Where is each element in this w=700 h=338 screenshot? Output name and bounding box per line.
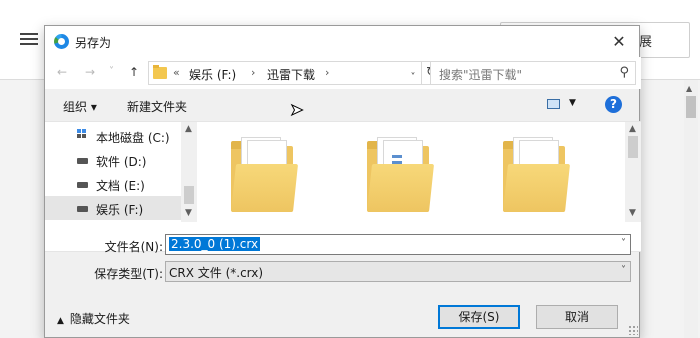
scroll-up-icon[interactable]: ▲ — [686, 84, 692, 93]
tree-item-drive-d[interactable]: 软件 (D:) — [45, 148, 181, 172]
scroll-down-icon[interactable]: ▼ — [185, 208, 192, 218]
filetype-value: CRX 文件 (*.crx) — [169, 266, 264, 280]
up-arrow-icon[interactable]: ↑ — [129, 65, 139, 79]
search-input[interactable]: 搜索"迅雷下载" ⚲ — [430, 61, 636, 85]
command-toolbar: 组织 ▾ 新建文件夹 ▼ ? — [45, 89, 641, 121]
hide-folders-label: 隐藏文件夹 — [69, 312, 130, 326]
folder-icon[interactable] — [503, 134, 571, 214]
chevron-down-icon[interactable]: ˅ — [406, 66, 420, 90]
tree-item-label: 软件 (D:) — [96, 155, 147, 169]
tree-item-label: 本地磁盘 (C:) — [96, 131, 170, 145]
dialog-titlebar[interactable]: 另存为 ✕ — [45, 26, 639, 57]
chevron-down-icon[interactable]: ˅ — [621, 265, 626, 276]
tree-item-label: 文档 (E:) — [96, 179, 145, 193]
filetype-select[interactable]: CRX 文件 (*.crx) ˅ — [165, 261, 631, 282]
resize-grip-icon[interactable] — [628, 325, 638, 335]
breadcrumb-separator-icon[interactable]: › — [325, 66, 329, 79]
tree-scrollbar[interactable]: ▲ ▼ — [181, 122, 197, 222]
cancel-button[interactable]: 取消 — [536, 305, 618, 329]
tree-item-label: 娱乐 (F:) — [96, 203, 144, 217]
drive-icon — [77, 182, 88, 188]
address-bar[interactable]: « 娱乐 (F:) › 迅雷下载 › ˅ — [148, 61, 422, 85]
filename-value: 2.3.0_0 (1).crx — [169, 237, 261, 251]
filename-row: 文件名(N): 2.3.0_0 (1).crx ˅ — [45, 234, 641, 258]
help-icon[interactable]: ? — [605, 96, 622, 113]
scroll-up-icon[interactable]: ▲ — [629, 124, 636, 134]
scroll-thumb[interactable] — [184, 186, 194, 204]
forward-arrow-icon[interactable]: → — [85, 65, 95, 79]
dialog-footer: ▲ 隐藏文件夹 保存(S) 取消 — [45, 298, 641, 338]
folder-icon[interactable] — [367, 134, 435, 214]
folder-icon[interactable] — [231, 134, 299, 214]
search-icon[interactable]: ⚲ — [619, 65, 629, 80]
hamburger-menu-icon[interactable] — [20, 33, 38, 47]
dialog-title: 另存为 — [75, 36, 112, 50]
scroll-thumb[interactable] — [686, 96, 696, 118]
close-button[interactable]: ✕ — [599, 26, 639, 57]
new-folder-button[interactable]: 新建文件夹 — [127, 98, 187, 115]
scroll-down-icon[interactable]: ▼ — [629, 208, 636, 218]
view-options-icon[interactable] — [547, 99, 560, 109]
navigation-bar: ← → ˅ ↑ « 娱乐 (F:) › 迅雷下载 › ˅ ↻ 搜索"迅雷下载" … — [45, 57, 641, 89]
edge-browser-icon — [54, 34, 69, 49]
filetype-row: 保存类型(T): CRX 文件 (*.crx) ˅ — [45, 261, 641, 285]
back-arrow-icon[interactable]: ← — [57, 65, 67, 79]
chevron-up-icon: ▲ — [57, 316, 64, 326]
browse-pane: 本地磁盘 (C:) 软件 (D:) 文档 (E:) 娱乐 (F:) ▲ ▼ ▲ … — [45, 121, 641, 252]
navigation-tree: 本地磁盘 (C:) 软件 (D:) 文档 (E:) 娱乐 (F:) ▲ ▼ — [45, 122, 197, 222]
recent-locations-icon[interactable]: ˅ — [109, 66, 114, 77]
filetype-label: 保存类型(T): — [94, 267, 163, 281]
overflow-chevron-icon[interactable]: « — [173, 66, 180, 79]
file-list — [197, 122, 625, 222]
local-disk-icon — [77, 129, 88, 140]
file-list-scrollbar[interactable]: ▲ ▼ — [625, 122, 641, 222]
drive-icon — [77, 158, 88, 164]
breadcrumb-drive-f[interactable]: 娱乐 (F:) — [189, 66, 236, 83]
save-button[interactable]: 保存(S) — [438, 305, 520, 329]
breadcrumb-separator-icon[interactable]: › — [251, 66, 255, 79]
scroll-up-icon[interactable]: ▲ — [185, 124, 192, 134]
hide-folders-toggle[interactable]: ▲ 隐藏文件夹 — [57, 310, 130, 327]
filename-label: 文件名(N): — [104, 240, 163, 254]
scroll-thumb[interactable] — [628, 136, 638, 158]
tree-item-drive-e[interactable]: 文档 (E:) — [45, 172, 181, 196]
breadcrumb-thunder-downloads[interactable]: 迅雷下载 — [267, 66, 315, 83]
drive-icon — [77, 206, 88, 212]
chevron-down-icon[interactable]: ˅ — [621, 238, 626, 249]
tree-item-drive-f[interactable]: 娱乐 (F:) — [45, 196, 181, 220]
save-as-dialog: 另存为 ✕ ← → ˅ ↑ « 娱乐 (F:) › 迅雷下载 › ˅ ↻ 搜索"… — [44, 25, 641, 338]
organize-menu-button[interactable]: 组织 ▾ — [63, 98, 97, 115]
view-dropdown-icon[interactable]: ▼ — [569, 98, 576, 108]
background-scrollbar[interactable]: ▲ — [684, 80, 698, 338]
filename-input[interactable]: 2.3.0_0 (1).crx ˅ — [165, 234, 631, 255]
background-box-text: 展 — [639, 35, 653, 50]
search-placeholder: 搜索"迅雷下载" — [439, 68, 523, 82]
mouse-cursor-icon: ➤ — [289, 100, 304, 120]
tree-item-drive-c[interactable]: 本地磁盘 (C:) — [45, 124, 181, 148]
folder-icon — [153, 65, 167, 79]
